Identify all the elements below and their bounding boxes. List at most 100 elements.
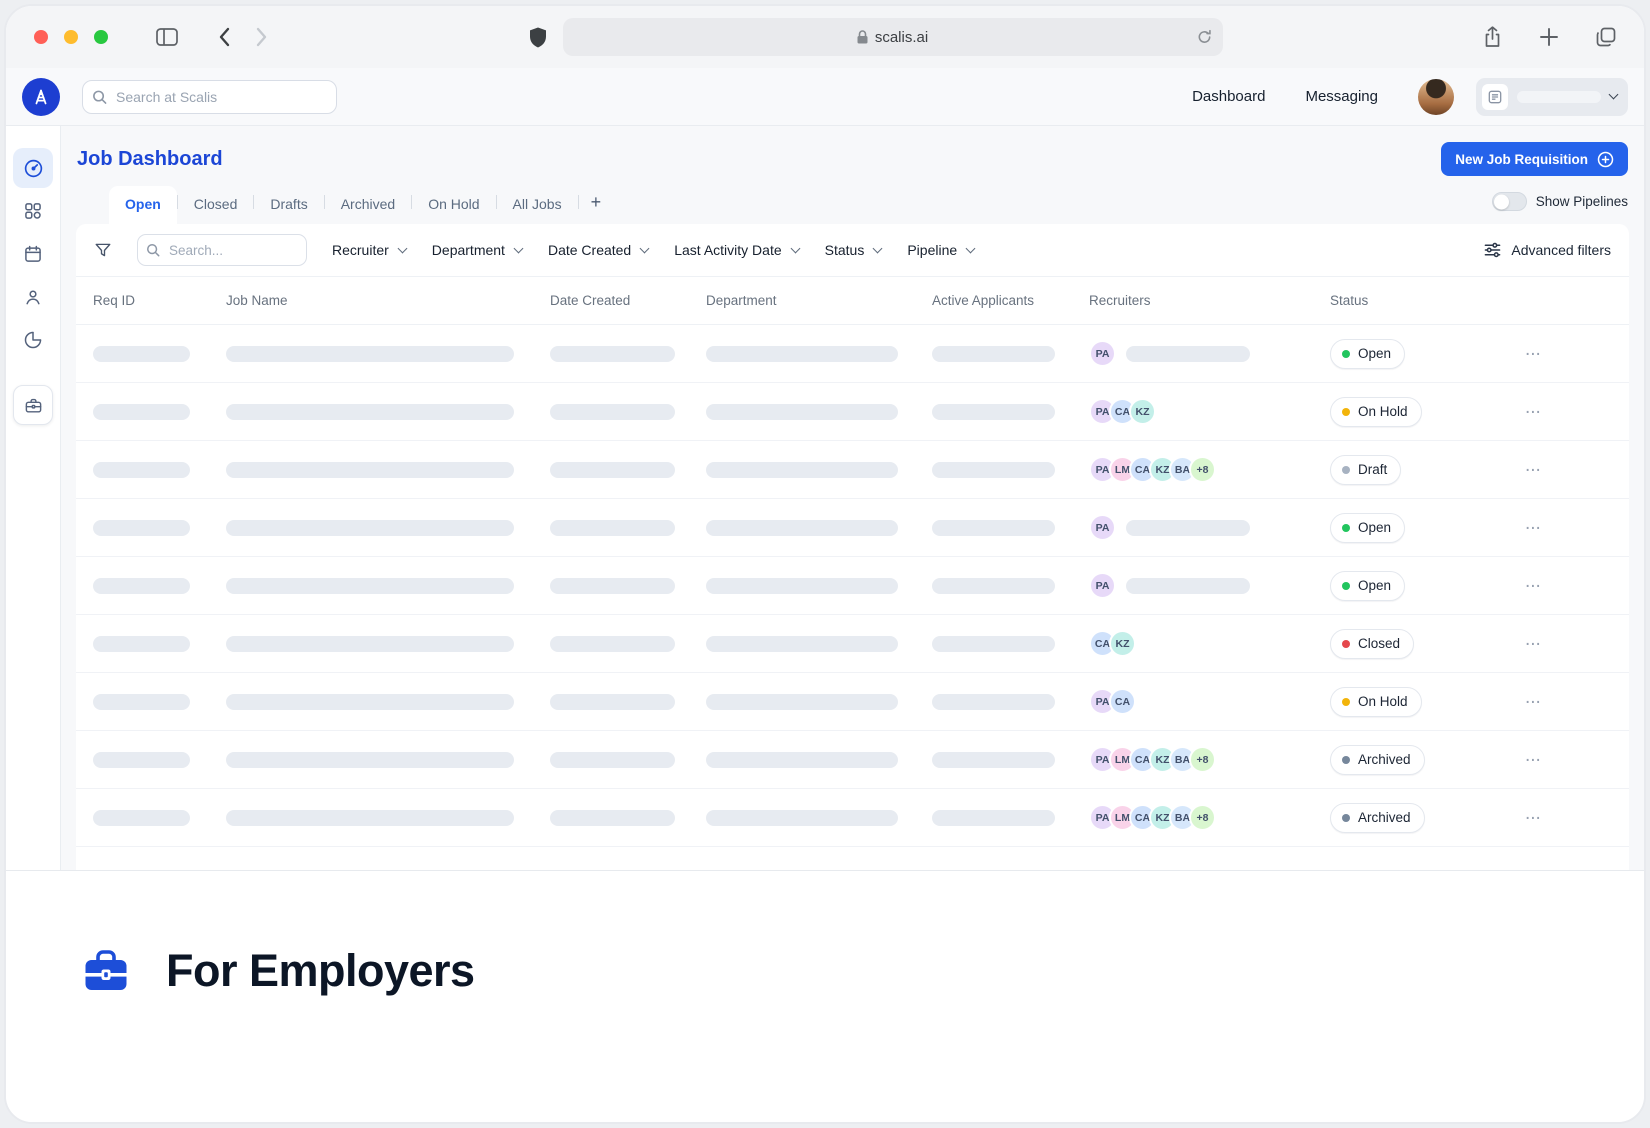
table-row[interactable]: PACAKZOn Hold... bbox=[76, 383, 1629, 441]
row-actions-button[interactable]: ... bbox=[1521, 340, 1541, 367]
sidebar-item-dashboard[interactable] bbox=[13, 148, 53, 188]
tab-overview-icon[interactable] bbox=[1596, 27, 1616, 47]
skeleton-placeholder bbox=[93, 636, 190, 652]
recruiters-cell: PALMCAKZBA+8 bbox=[1089, 456, 1330, 483]
header-nav: Dashboard Messaging bbox=[1192, 88, 1378, 105]
close-window-button[interactable] bbox=[34, 30, 48, 44]
show-pipelines-toggle[interactable] bbox=[1492, 192, 1527, 211]
lock-icon bbox=[857, 30, 868, 44]
table-row[interactable]: PALMCAKZBA+8Archived... bbox=[76, 731, 1629, 789]
sidebar-item-candidates[interactable] bbox=[13, 277, 53, 317]
skeleton-placeholder bbox=[226, 636, 514, 652]
recruiter-chip: +8 bbox=[1189, 804, 1216, 831]
row-actions-button[interactable]: ... bbox=[1521, 456, 1541, 483]
tab-on-hold[interactable]: On Hold bbox=[412, 186, 495, 224]
new-tab-icon[interactable] bbox=[1540, 28, 1558, 46]
sidebar-item-pipelines[interactable] bbox=[13, 191, 53, 231]
organization-selector[interactable] bbox=[1476, 78, 1628, 116]
row-actions-button[interactable]: ... bbox=[1521, 630, 1541, 657]
skeleton-placeholder bbox=[932, 694, 1055, 710]
advanced-filters-button[interactable]: Advanced filters bbox=[1484, 242, 1611, 258]
row-actions-button[interactable]: ... bbox=[1521, 746, 1541, 773]
back-icon[interactable] bbox=[218, 27, 230, 47]
row-actions-button[interactable]: ... bbox=[1521, 398, 1541, 425]
tab-archived[interactable]: Archived bbox=[325, 186, 411, 224]
funnel-icon[interactable] bbox=[94, 241, 112, 259]
chevron-down-icon bbox=[1609, 90, 1619, 100]
recruiters-cell: PA bbox=[1089, 340, 1330, 367]
forward-icon[interactable] bbox=[256, 27, 268, 47]
tab-closed[interactable]: Closed bbox=[178, 186, 254, 224]
skeleton-placeholder bbox=[1126, 346, 1250, 362]
minimize-window-button[interactable] bbox=[64, 30, 78, 44]
row-actions-button[interactable]: ... bbox=[1521, 688, 1541, 715]
table-row[interactable]: PACAOn Hold... bbox=[76, 673, 1629, 731]
sidebar-toggle-icon[interactable] bbox=[156, 28, 178, 46]
skeleton-placeholder bbox=[706, 346, 898, 362]
page-title: Job Dashboard bbox=[77, 148, 223, 171]
filter-recruiter[interactable]: Recruiter bbox=[332, 242, 406, 258]
sidebar-item-reports[interactable] bbox=[13, 320, 53, 360]
filter-label: Date Created bbox=[548, 242, 631, 258]
jobs-table: Req IDJob NameDate CreatedDepartmentActi… bbox=[76, 277, 1629, 870]
skeleton-placeholder bbox=[226, 752, 514, 768]
tab-all-jobs[interactable]: All Jobs bbox=[497, 186, 578, 224]
jobs-search-input[interactable] bbox=[137, 234, 307, 266]
table-row[interactable]: PALMCAKZBA+8Draft... bbox=[76, 441, 1629, 499]
recruiter-chip: CA bbox=[1109, 688, 1136, 715]
table-row[interactable]: PALMCAKZBA+8Archived... bbox=[76, 789, 1629, 847]
skeleton-placeholder bbox=[932, 578, 1055, 594]
skeleton-placeholder bbox=[93, 462, 190, 478]
filter-status[interactable]: Status bbox=[825, 242, 882, 258]
filter-pipeline[interactable]: Pipeline bbox=[907, 242, 974, 258]
status-badge: On Hold bbox=[1330, 687, 1422, 717]
sidebar-item-calendar[interactable] bbox=[13, 234, 53, 274]
recruiter-chip: KZ bbox=[1109, 630, 1136, 657]
filter-bar: Recruiter Department Date Created Last Acti… bbox=[76, 224, 1629, 277]
search-icon bbox=[146, 243, 160, 257]
privacy-shield-icon[interactable] bbox=[529, 27, 547, 48]
recruiter-chip: PA bbox=[1089, 514, 1116, 541]
tab-drafts[interactable]: Drafts bbox=[254, 186, 323, 224]
scalis-logo[interactable] bbox=[22, 78, 60, 116]
skeleton-placeholder bbox=[550, 810, 675, 826]
global-search-input[interactable] bbox=[82, 80, 337, 114]
skeleton-placeholder bbox=[932, 752, 1055, 768]
status-badge: Closed bbox=[1330, 629, 1414, 659]
row-actions-button[interactable]: ... bbox=[1521, 572, 1541, 599]
row-actions-button[interactable]: ... bbox=[1521, 804, 1541, 831]
skeleton-placeholder bbox=[932, 520, 1055, 536]
tab-open[interactable]: Open bbox=[109, 186, 177, 224]
reload-icon[interactable] bbox=[1197, 30, 1212, 45]
table-row[interactable]: PAOpen... bbox=[76, 499, 1629, 557]
table-row[interactable]: PAOpen... bbox=[76, 557, 1629, 615]
user-avatar[interactable] bbox=[1418, 79, 1454, 115]
table-row[interactable]: CAKZClosed... bbox=[76, 615, 1629, 673]
column-header-req-id: Req ID bbox=[93, 293, 226, 308]
filter-label: Recruiter bbox=[332, 242, 389, 258]
zoom-window-button[interactable] bbox=[94, 30, 108, 44]
filter-date-created[interactable]: Date Created bbox=[548, 242, 648, 258]
sidebar-item-employers[interactable] bbox=[13, 385, 53, 425]
main-content: Job Dashboard New Job Requisition OpenCl… bbox=[61, 126, 1644, 870]
chevron-down-icon bbox=[514, 243, 524, 253]
address-bar[interactable]: scalis.ai bbox=[563, 18, 1223, 56]
skeleton-placeholder bbox=[226, 578, 514, 594]
status-badge: Archived bbox=[1330, 745, 1425, 775]
filter-last-activity-date[interactable]: Last Activity Date bbox=[674, 242, 798, 258]
recruiters-cell: PA bbox=[1089, 514, 1330, 541]
add-tab-icon[interactable]: + bbox=[579, 192, 614, 224]
skeleton-placeholder bbox=[932, 636, 1055, 652]
column-header-status: Status bbox=[1330, 293, 1521, 308]
nav-messaging[interactable]: Messaging bbox=[1305, 88, 1378, 105]
url-text: scalis.ai bbox=[875, 29, 928, 46]
share-icon[interactable] bbox=[1483, 26, 1502, 48]
nav-dashboard[interactable]: Dashboard bbox=[1192, 88, 1265, 105]
table-row[interactable]: PAOpen... bbox=[76, 325, 1629, 383]
filter-label: Last Activity Date bbox=[674, 242, 781, 258]
new-job-requisition-button[interactable]: New Job Requisition bbox=[1441, 142, 1628, 176]
app-header: Dashboard Messaging bbox=[6, 68, 1644, 126]
row-actions-button[interactable]: ... bbox=[1521, 514, 1541, 541]
filter-department[interactable]: Department bbox=[432, 242, 522, 258]
skeleton-placeholder bbox=[932, 346, 1055, 362]
